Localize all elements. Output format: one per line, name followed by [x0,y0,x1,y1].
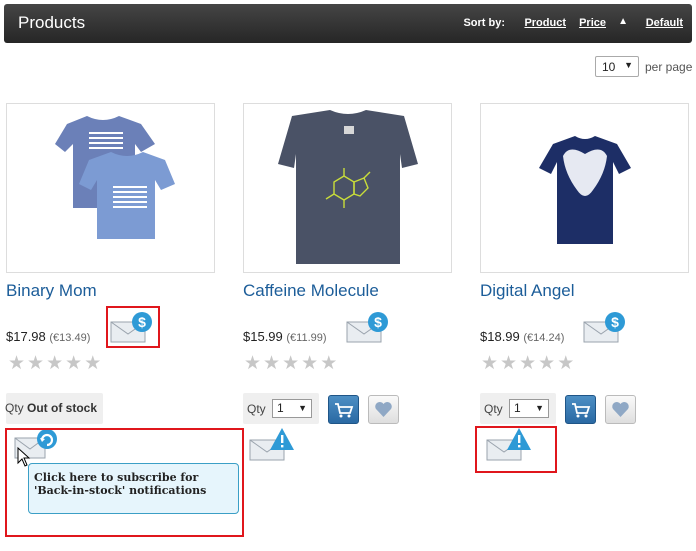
star-icon[interactable]: ★ [27,354,44,373]
svg-text:$: $ [611,314,619,330]
per-page-label: per page [645,60,693,74]
header-bar: Products Sort by: Product Price ▲ Defaul… [4,4,692,43]
stock-alert-envelope-icon[interactable] [248,426,294,462]
product-price-caffeine-molecule: $15.99 (€11.99) [243,329,327,344]
star-icon[interactable]: ★ [500,354,517,373]
product-price-binary-mom: $17.98 (€13.49) [6,329,90,344]
tshirt-gray-molecule-image [278,110,418,264]
qty-label: Qty [484,402,503,416]
svg-text:$: $ [374,314,382,330]
product-name-digital-angel[interactable]: Digital Angel [480,281,575,301]
price-usd: $15.99 [243,329,283,344]
out-of-stock-label: Qty Out of stock [5,401,98,415]
sort-default-link[interactable]: Default [646,17,683,29]
qty-label: Qty [247,402,266,416]
star-icon[interactable]: ★ [538,354,555,373]
rating-stars-caffeine-molecule[interactable]: ★ ★ ★ ★ ★ [244,354,337,373]
tshirt-blue-binary-image [55,116,175,239]
qty-select[interactable]: 1 ▼ [272,399,312,418]
rating-stars-binary-mom[interactable]: ★ ★ ★ ★ ★ [8,354,101,373]
chevron-down-icon: ▼ [298,403,307,413]
rating-stars-digital-angel[interactable]: ★ ★ ★ ★ ★ [481,354,574,373]
heart-icon [612,401,629,417]
heart-icon [375,401,392,417]
star-icon[interactable]: ★ [481,354,498,373]
add-to-wishlist-button[interactable] [368,395,399,424]
qty-area-caffeine-molecule: Qty 1 ▼ [243,393,319,424]
sort-label: Sort by: [463,17,505,29]
chevron-down-icon: ▼ [624,60,633,70]
add-to-cart-button[interactable] [565,395,596,424]
price-usd: $17.98 [6,329,46,344]
per-page-value: 10 [602,60,616,74]
star-icon[interactable]: ★ [65,354,82,373]
qty-area-digital-angel: Qty 1 ▼ [480,393,556,424]
highlight-box-price-alert [106,306,160,348]
star-icon[interactable]: ★ [84,354,101,373]
star-icon[interactable]: ★ [557,354,574,373]
product-price-digital-angel: $18.99 (€14.24) [480,329,564,344]
product-image-binary-mom[interactable] [6,103,215,273]
per-page-select[interactable]: 10 ▼ [595,56,639,77]
sort-product-link[interactable]: Product [524,17,566,29]
price-alert-envelope-icon[interactable]: $ [345,310,391,346]
star-icon[interactable]: ★ [301,354,318,373]
price-eur: (€13.49) [49,332,91,344]
price-eur: (€11.99) [286,332,327,344]
add-to-cart-button[interactable] [328,395,359,424]
page-title: Products [18,13,86,32]
product-image-caffeine-molecule[interactable] [243,103,452,273]
product-image-digital-angel[interactable] [480,103,689,273]
price-usd: $18.99 [480,329,520,344]
highlight-box-stock-alert [475,426,557,473]
add-to-wishlist-button[interactable] [605,395,636,424]
star-icon[interactable]: ★ [244,354,261,373]
cart-icon [335,403,354,418]
sort-asc-icon: ▲ [618,16,628,27]
star-icon[interactable]: ★ [282,354,299,373]
price-alert-envelope-icon[interactable]: $ [582,310,628,346]
product-name-binary-mom[interactable]: Binary Mom [6,281,97,301]
tshirt-navy-wings-image [539,136,631,244]
cart-icon [572,403,591,418]
star-icon[interactable]: ★ [519,354,536,373]
chevron-down-icon: ▼ [535,403,544,413]
star-icon[interactable]: ★ [320,354,337,373]
qty-select[interactable]: 1 ▼ [509,399,549,418]
product-name-caffeine-molecule[interactable]: Caffeine Molecule [243,281,379,301]
star-icon[interactable]: ★ [8,354,25,373]
price-eur: (€14.24) [523,332,565,344]
star-icon[interactable]: ★ [263,354,280,373]
sort-price-link[interactable]: Price [579,17,606,29]
star-icon[interactable]: ★ [46,354,63,373]
highlight-box-back-in-stock [5,428,244,537]
